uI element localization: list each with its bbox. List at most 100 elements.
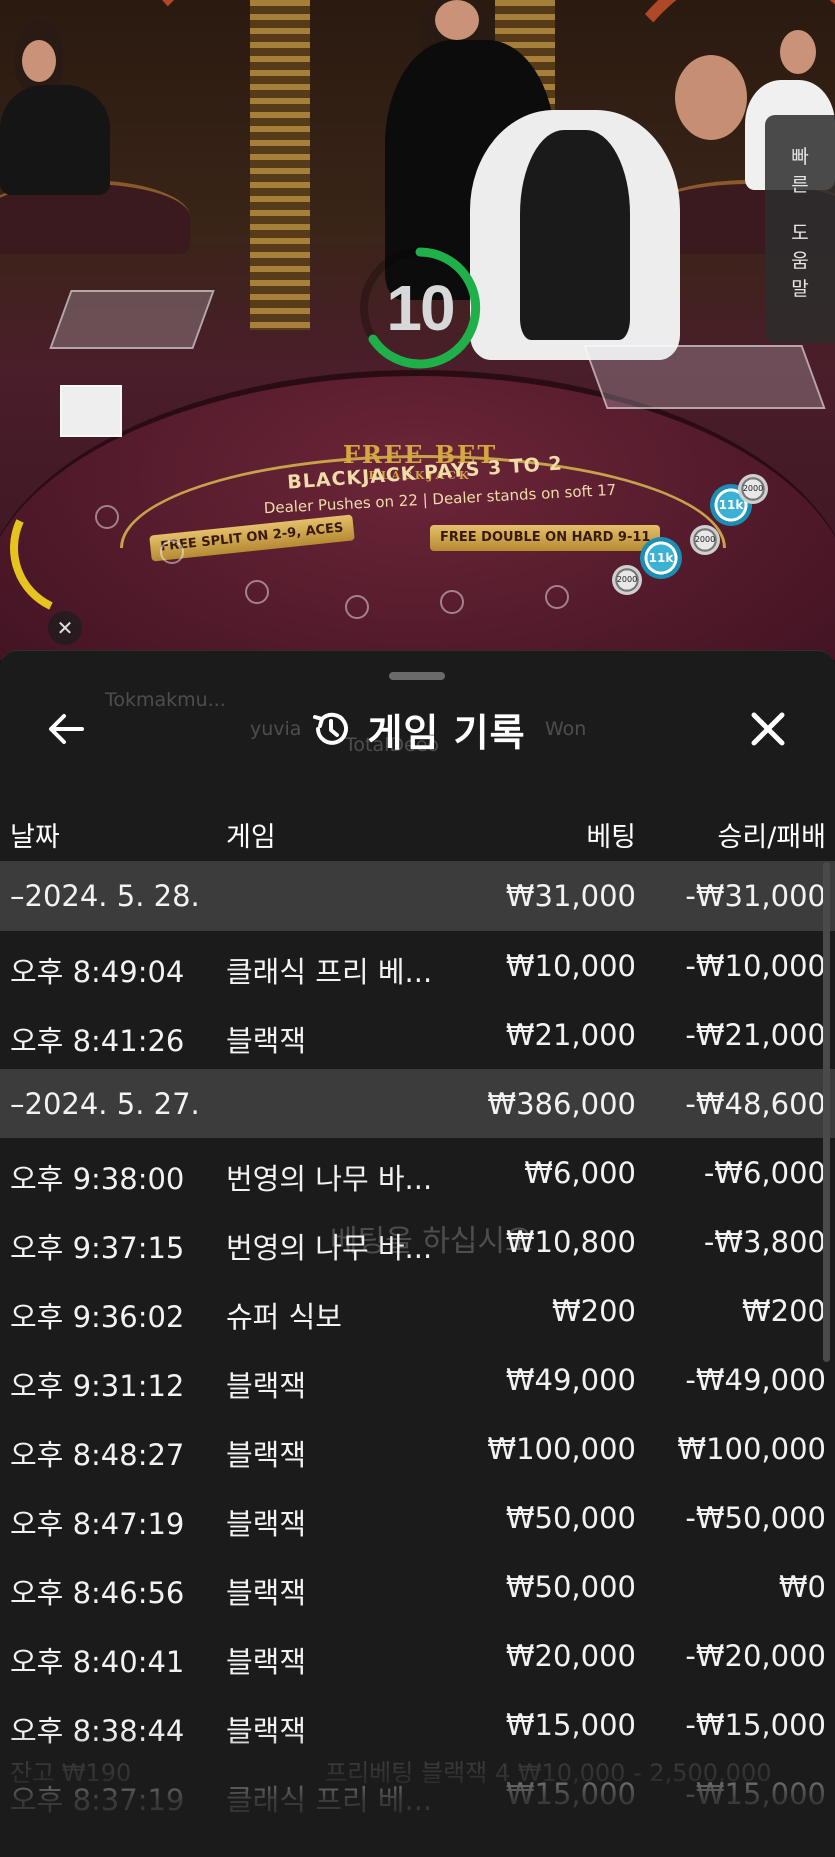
chip-small: 2000 (612, 565, 642, 595)
quick-help-char: 움 (791, 250, 809, 272)
column-header-date: 날짜 (10, 822, 60, 853)
sheet-title-group: 게임 기록 (0, 689, 835, 769)
bet-spot (160, 540, 184, 564)
row-result: -₩50,000 (685, 1501, 826, 1535)
video-close-button[interactable]: ✕ (48, 611, 82, 645)
row-result: -₩21,000 (685, 1018, 826, 1052)
row-result: -₩48,600 (685, 1087, 826, 1121)
row-game: 블랙잭 (226, 1714, 307, 1748)
dealer-left-head (22, 40, 56, 82)
row-bet: ₩10,800 (505, 1225, 636, 1259)
dealer-right-head (780, 30, 816, 74)
bet-spot (245, 580, 269, 604)
row-game: 번영의 나무 바... (226, 1162, 433, 1196)
history-row[interactable]: 오후 9:37:15 번영의 나무 바... ₩10,800 -₩3,800 (0, 1207, 835, 1276)
row-game: 클래식 프리 베... (226, 1783, 433, 1817)
live-video-feed: FREE BET BLACKJACK BLACKJACK PAYS 3 TO 2… (0, 0, 835, 660)
chip-small: 2000 (738, 474, 768, 504)
row-date: 오후 8:40:41 (10, 1645, 185, 1679)
history-row[interactable]: 오후 9:31:12 블랙잭 ₩49,000 -₩49,000 (0, 1345, 835, 1414)
bet-spot (345, 595, 369, 619)
row-bet: ₩50,000 (505, 1501, 636, 1535)
history-row[interactable]: 오후 8:38:44 블랙잭 ₩15,000 -₩15,000 (0, 1690, 835, 1759)
row-game: 번영의 나무 바... (226, 1231, 433, 1265)
card-stack (60, 385, 122, 437)
row-bet: ₩49,000 (505, 1363, 636, 1397)
history-row[interactable]: 오후 8:47:19 블랙잭 ₩50,000 -₩50,000 (0, 1483, 835, 1552)
quick-help-tab[interactable]: 빠 른 도 움 말 (765, 115, 835, 343)
table-header: 날짜 게임 베팅 승리/패배 (0, 801, 835, 861)
column-header-game: 게임 (226, 822, 276, 853)
date-group-row[interactable]: –2024. 5. 27. ₩386,000 -₩48,600 (0, 1069, 835, 1138)
close-button[interactable] (744, 705, 792, 753)
history-icon (313, 712, 349, 745)
row-bet: ₩15,000 (505, 1708, 636, 1742)
row-bet: ₩10,000 (505, 949, 636, 983)
quick-help-char: 말 (791, 278, 809, 300)
row-game: 블랙잭 (226, 1369, 307, 1403)
quick-help-char: 도 (791, 222, 809, 244)
row-bet: ₩15,000 (505, 1777, 636, 1811)
row-bet: ₩6,000 (524, 1156, 636, 1190)
row-result: -₩15,000 (685, 1708, 826, 1742)
row-result: -₩20,000 (685, 1639, 826, 1673)
row-date: 오후 9:37:15 (10, 1231, 185, 1265)
row-game: 블랙잭 (226, 1438, 307, 1472)
row-bet: ₩21,000 (505, 1018, 636, 1052)
sheet-title: 게임 기록 (367, 710, 526, 755)
row-date: 오후 8:37:19 (10, 1783, 185, 1817)
studio-pillar-left (250, 0, 310, 330)
row-result: ₩100,000 (677, 1432, 826, 1466)
timer-value: 10 (386, 272, 455, 344)
bet-spot (545, 585, 569, 609)
countdown-timer: 10 (355, 243, 485, 373)
dealer-main-head (435, 0, 479, 40)
dealer-left (0, 85, 110, 195)
row-game: 블랙잭 (226, 1645, 307, 1679)
row-bet: ₩50,000 (505, 1570, 636, 1604)
row-date: 오후 8:49:04 (10, 955, 185, 989)
history-row[interactable]: 오후 9:36:02 슈퍼 식보 ₩200 ₩200 (0, 1276, 835, 1345)
history-row[interactable]: 오후 8:48:27 블랙잭 ₩100,000 ₩100,000 (0, 1414, 835, 1483)
row-result: -₩10,000 (685, 949, 826, 983)
row-game: 클래식 프리 베... (226, 955, 433, 989)
row-game: 블랙잭 (226, 1507, 307, 1541)
row-date: –2024. 5. 28. (10, 879, 200, 913)
game-history-sheet: Tokmakmu... yuvia Won TotalDeeo 베팅을 하십시오… (0, 650, 835, 1857)
column-header-result: 승리/패배 (717, 822, 826, 853)
card-shoe-left (49, 290, 215, 349)
row-bet: ₩100,000 (487, 1432, 636, 1466)
history-table-body: –2024. 5. 28. ₩31,000 -₩31,000 오후 8:49:04 클래… (0, 861, 835, 1828)
history-row[interactable]: 오후 8:40:41 블랙잭 ₩20,000 -₩20,000 (0, 1621, 835, 1690)
dealer-second-vest (520, 130, 630, 340)
row-result: ₩200 (741, 1294, 826, 1328)
scrollbar[interactable] (823, 862, 830, 1362)
row-result: ₩0 (778, 1570, 826, 1604)
row-game: 블랙잭 (226, 1024, 307, 1058)
row-date: 오후 8:47:19 (10, 1507, 185, 1541)
row-bet: ₩386,000 (487, 1087, 636, 1121)
bet-spot (440, 590, 464, 614)
row-bet: ₩200 (551, 1294, 636, 1328)
row-result: -₩3,800 (703, 1225, 826, 1259)
dealer-second-head (675, 55, 747, 140)
sheet-drag-handle[interactable] (389, 672, 445, 680)
quick-help-char: 빠 (791, 146, 809, 168)
row-result: -₩31,000 (685, 879, 826, 913)
row-result: -₩15,000 (685, 1777, 826, 1811)
row-bet: ₩31,000 (505, 879, 636, 913)
row-result: -₩49,000 (685, 1363, 826, 1397)
history-row[interactable]: 오후 8:37:19 클래식 프리 베... ₩15,000 -₩15,000 (0, 1759, 835, 1828)
row-date: 오후 8:38:44 (10, 1714, 185, 1748)
history-row[interactable]: 오후 8:49:04 클래식 프리 베... ₩10,000 -₩10,000 (0, 931, 835, 1000)
chip-small: 2000 (690, 525, 720, 555)
close-icon (751, 712, 785, 746)
history-row[interactable]: 오후 8:46:56 블랙잭 ₩50,000 ₩0 (0, 1552, 835, 1621)
history-row[interactable]: 오후 9:38:00 번영의 나무 바... ₩6,000 -₩6,000 (0, 1138, 835, 1207)
bet-spot (95, 505, 119, 529)
history-row[interactable]: 오후 8:41:26 블랙잭 ₩21,000 -₩21,000 (0, 1000, 835, 1069)
row-date: 오후 9:38:00 (10, 1162, 185, 1196)
table-pill-double: FREE DOUBLE ON HARD 9-11 (430, 525, 661, 551)
date-group-row[interactable]: –2024. 5. 28. ₩31,000 -₩31,000 (0, 861, 835, 931)
row-date: 오후 8:41:26 (10, 1024, 185, 1058)
